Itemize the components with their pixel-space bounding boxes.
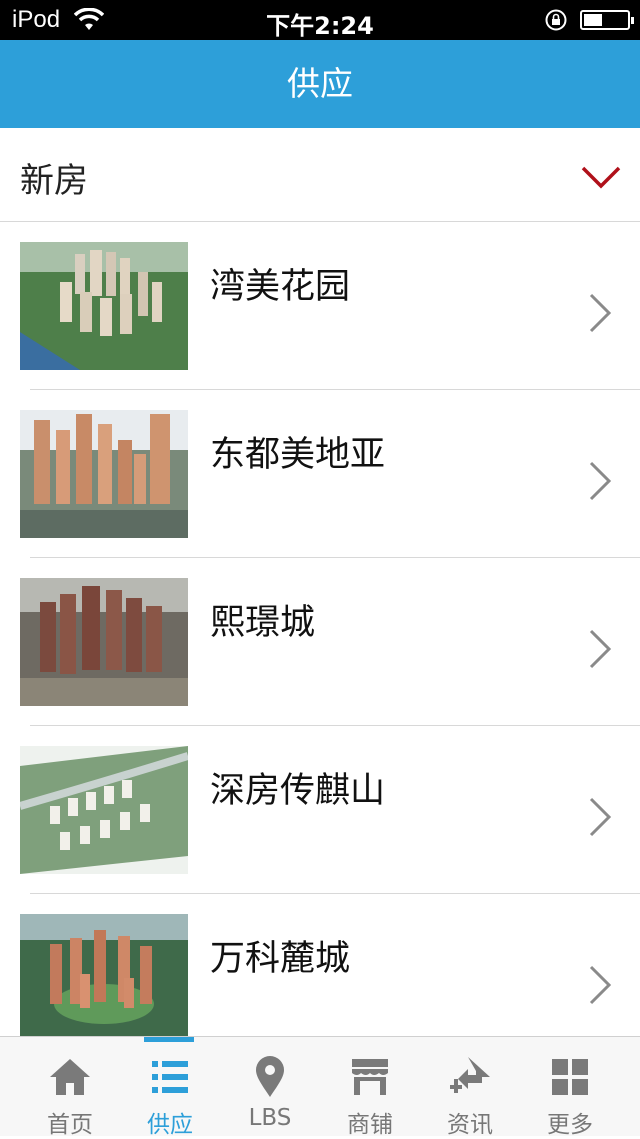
property-thumbnail [20, 578, 188, 706]
list-item[interactable]: 深房传麒山 [0, 726, 640, 894]
chevron-right-icon [589, 965, 612, 1005]
tab-lbs[interactable]: LBS [220, 1037, 320, 1137]
chevron-right-icon [589, 293, 612, 333]
shop-icon [352, 1059, 388, 1095]
chevron-down-icon[interactable] [580, 164, 622, 190]
property-name: 万科麓城 [210, 939, 351, 979]
rotation-lock-icon [545, 9, 567, 31]
tab-label: 资讯 [447, 1112, 493, 1138]
tab-bar: 首页 供应 LBS 商铺 资讯 更多 [0, 1036, 640, 1138]
list-item[interactable]: 万科麓城 [0, 894, 640, 1036]
tab-supply[interactable]: 供应 [120, 1037, 220, 1138]
property-thumbnail [20, 410, 188, 538]
property-thumbnail [20, 914, 188, 1036]
tab-news[interactable]: 资讯 [420, 1037, 520, 1138]
list-item[interactable]: 东都美地亚 [0, 390, 640, 558]
nav-header: 供应 [0, 40, 640, 128]
active-tab-indicator [144, 1037, 194, 1042]
list-item[interactable]: 熙璟城 [0, 558, 640, 726]
property-thumbnail [20, 242, 188, 370]
list-item[interactable]: 湾美花园 [0, 222, 640, 390]
tab-shop[interactable]: 商铺 [320, 1037, 420, 1138]
chevron-right-icon [589, 797, 612, 837]
property-name: 湾美花园 [210, 267, 351, 307]
page-title: 供应 [287, 64, 353, 103]
property-name: 熙璟城 [210, 603, 316, 643]
category-label: 新房 [20, 161, 88, 201]
home-icon [50, 1059, 90, 1095]
battery-icon [580, 10, 634, 30]
location-pin-icon [256, 1056, 284, 1097]
tab-label: 首页 [47, 1112, 93, 1138]
tab-label: LBS [248, 1105, 292, 1131]
grid-icon [552, 1059, 588, 1095]
status-bar: iPod 下午2:24 [0, 0, 640, 40]
category-selector[interactable]: 新房 [0, 128, 640, 222]
tab-label: 更多 [547, 1112, 593, 1138]
news-icon [450, 1057, 490, 1093]
chevron-right-icon [589, 461, 612, 501]
property-name: 深房传麒山 [210, 771, 386, 811]
property-name: 东都美地亚 [210, 435, 386, 475]
tab-label: 商铺 [347, 1112, 393, 1138]
property-thumbnail [20, 746, 188, 874]
list-icon [152, 1061, 188, 1093]
tab-more[interactable]: 更多 [520, 1037, 620, 1138]
property-list: 湾美花园 东都美地亚 熙璟城 深房传麒山 万科麓城 [0, 222, 640, 1036]
tab-home[interactable]: 首页 [20, 1037, 120, 1138]
chevron-right-icon [589, 629, 612, 669]
tab-label: 供应 [147, 1112, 193, 1138]
